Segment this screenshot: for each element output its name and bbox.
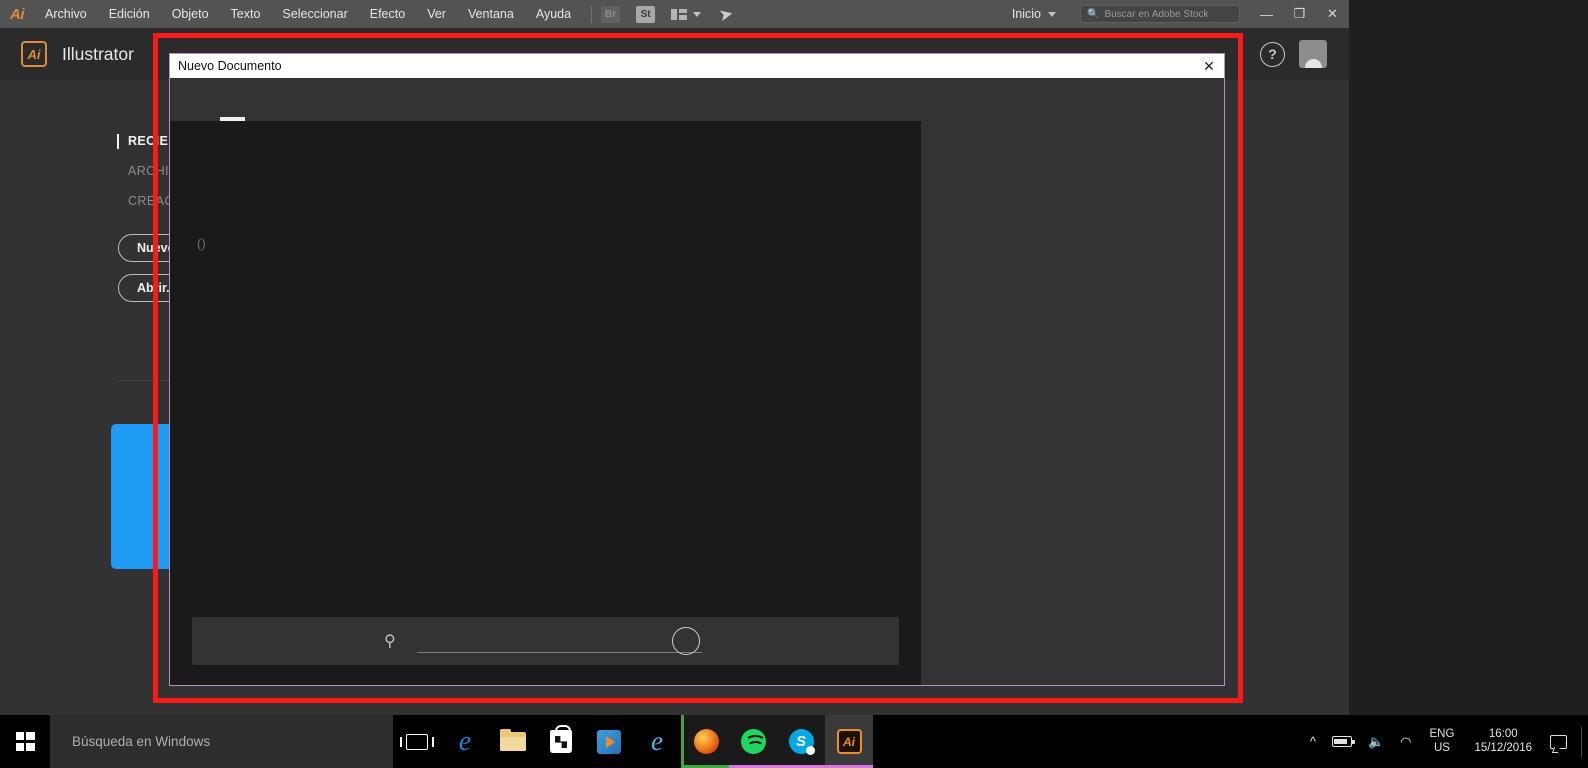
dialog-title: Nuevo Documento <box>178 59 282 73</box>
menu-objeto[interactable]: Objeto <box>161 0 220 28</box>
menu-bar: Ai Archivo Edición Objeto Texto Seleccio… <box>0 0 1349 28</box>
microsoft-store-icon[interactable] <box>537 715 585 768</box>
desktop-background <box>1349 0 1588 715</box>
file-explorer-icon[interactable] <box>489 715 537 768</box>
header-right-group: ? <box>1260 40 1327 68</box>
active-indicator <box>117 194 119 209</box>
wifi-icon[interactable]: ◠ <box>1392 734 1419 750</box>
clock[interactable]: 16:00 15/12/2016 <box>1464 728 1542 756</box>
share-plane-icon[interactable]: ➤ <box>717 3 735 25</box>
menubar-right-group: Inicio 🔍 Buscar en Adobe Stock — ❐ ✕ <box>1002 0 1349 28</box>
template-search-bar[interactable]: ⚲ <box>192 616 899 665</box>
search-input[interactable] <box>417 629 702 653</box>
firefox-icon[interactable] <box>681 715 729 768</box>
inicio-label: Inicio <box>1011 7 1041 21</box>
show-desktop-divider[interactable] <box>1581 726 1582 757</box>
dialog-body: () ⚲ <box>170 121 1224 685</box>
bridge-icon[interactable]: Br <box>601 5 621 23</box>
dialog-search-area: ⚲ <box>170 610 921 685</box>
notifications-icon[interactable] <box>1542 734 1575 749</box>
app-title: Illustrator <box>62 43 134 64</box>
volume-icon[interactable]: 🔈 <box>1360 734 1392 750</box>
microsoft-edge-icon[interactable]: e <box>441 715 489 768</box>
illustrator-taskbar-icon[interactable]: Ai <box>825 715 873 768</box>
system-tray: ^ 🔈 ◠ ENG US 16:00 15/12/2016 <box>1302 715 1588 768</box>
show-hidden-icons-chevron-icon[interactable]: ^ <box>1302 734 1324 749</box>
chevron-down-icon <box>1048 11 1056 17</box>
windows-taskbar: Búsqueda en Windows e e S Ai ^ 🔈 ◠ ENG U… <box>0 715 1588 768</box>
windows-search-input[interactable]: Búsqueda en Windows <box>50 715 393 768</box>
dialog-titlebar: Nuevo Documento ✕ <box>170 54 1224 78</box>
close-button[interactable]: ✕ <box>1316 0 1349 28</box>
language-line-2: US <box>1433 741 1450 754</box>
dialog-preset-grid: () <box>170 121 921 610</box>
close-icon[interactable]: ✕ <box>1200 58 1218 75</box>
screen: Ai Archivo Edición Objeto Texto Seleccio… <box>0 0 1588 768</box>
movies-tv-icon[interactable] <box>585 715 633 768</box>
menu-edicion[interactable]: Edición <box>98 0 161 28</box>
dialog-tabstrip[interactable] <box>170 78 1224 121</box>
menu-ver[interactable]: Ver <box>416 0 457 28</box>
windows-logo-icon <box>15 732 35 751</box>
menu-archivo[interactable]: Archivo <box>34 0 98 28</box>
adobe-stock-icon[interactable]: St <box>636 5 656 23</box>
clock-date: 15/12/2016 <box>1474 741 1532 754</box>
workspace-grid-icon <box>671 8 688 20</box>
skype-icon[interactable]: S <box>777 715 825 768</box>
menubar-divider <box>591 5 593 23</box>
active-indicator <box>117 133 119 149</box>
taskbar-app-icons: e e S Ai <box>393 715 873 768</box>
restore-button[interactable]: ❐ <box>1283 0 1316 28</box>
minimize-button[interactable]: — <box>1250 0 1283 28</box>
search-icon: 🔍 <box>1087 8 1100 20</box>
language-line-1: ENG <box>1429 728 1455 741</box>
clock-time: 16:00 <box>1488 727 1518 740</box>
illustrator-logo-icon: Ai <box>21 41 47 67</box>
internet-explorer-icon[interactable]: e <box>633 715 681 768</box>
menu-texto[interactable]: Texto <box>220 0 272 28</box>
loading-circle-icon <box>672 626 700 655</box>
avatar[interactable] <box>1299 40 1327 68</box>
inicio-dropdown[interactable]: Inicio <box>1002 0 1066 28</box>
adobe-stock-search-input[interactable]: 🔍 Buscar en Adobe Stock <box>1080 5 1240 23</box>
dialog-details-panel <box>921 121 1224 685</box>
spotify-icon[interactable] <box>729 715 777 768</box>
preset-placeholder-text: () <box>197 236 206 251</box>
language-indicator[interactable]: ENG US <box>1420 728 1465 754</box>
menu-seleccionar[interactable]: Seleccionar <box>271 0 358 28</box>
task-view-icon[interactable] <box>393 715 441 768</box>
search-placeholder: Buscar en Adobe Stock <box>1104 8 1209 20</box>
workspace-switcher[interactable] <box>671 8 702 20</box>
menu-ventana[interactable]: Ventana <box>457 0 525 28</box>
start-button[interactable] <box>0 715 50 768</box>
menu-efecto[interactable]: Efecto <box>359 0 416 28</box>
dialog-preset-panel: () ⚲ <box>170 121 921 685</box>
new-document-dialog: Nuevo Documento ✕ () ⚲ <box>169 53 1225 686</box>
app-logo-icon: Ai <box>10 5 25 23</box>
menu-ayuda[interactable]: Ayuda <box>525 0 582 28</box>
help-icon[interactable]: ? <box>1260 41 1285 67</box>
active-indicator <box>117 164 119 179</box>
chevron-down-icon <box>693 11 702 17</box>
search-icon: ⚲ <box>384 632 396 650</box>
battery-icon[interactable] <box>1324 736 1360 747</box>
